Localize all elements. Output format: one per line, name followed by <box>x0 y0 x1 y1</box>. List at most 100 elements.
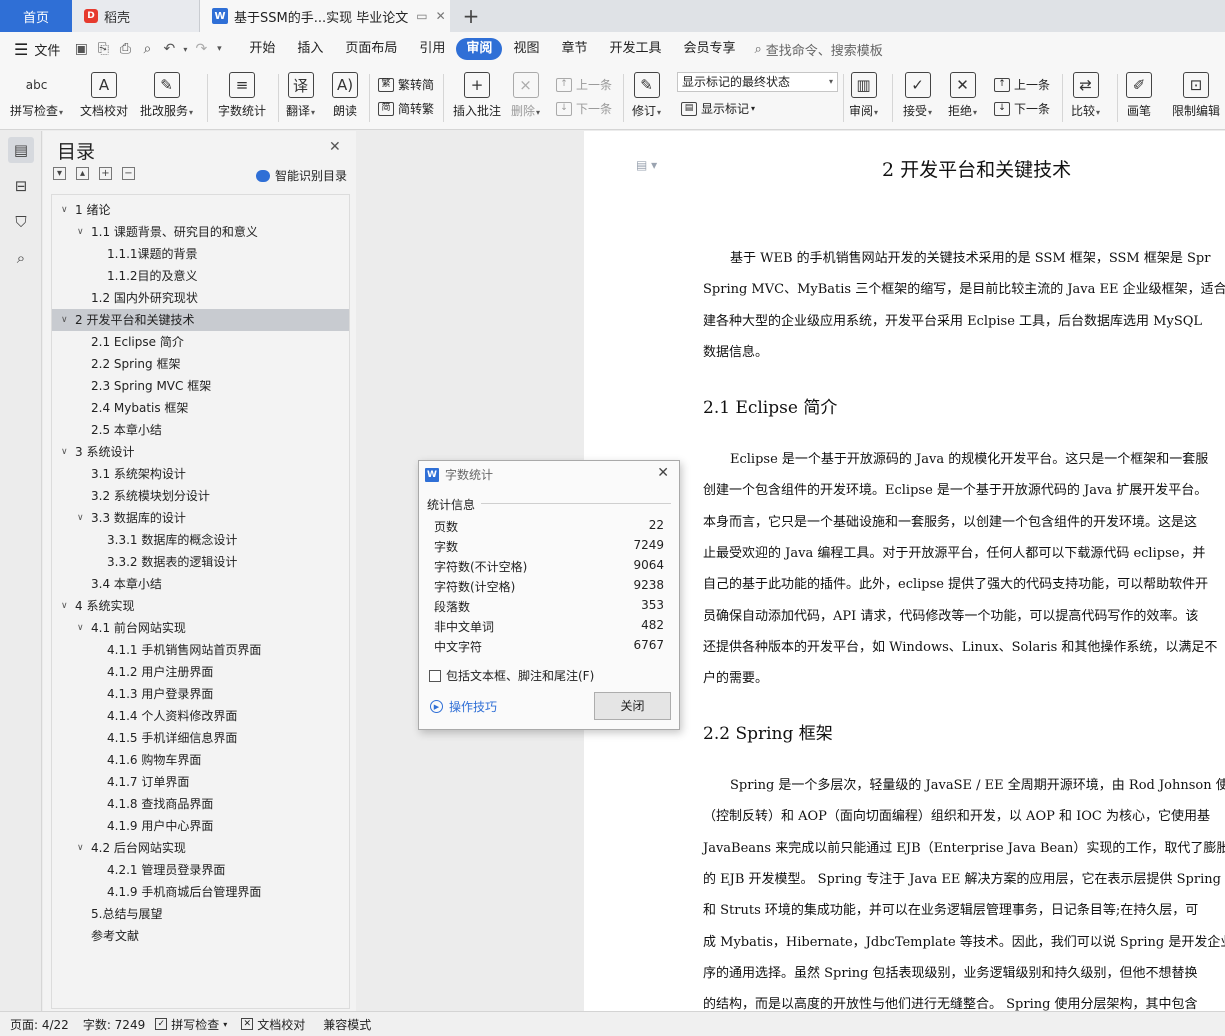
toc-item[interactable]: ∨ 2 开发平台和关键技术 <box>52 309 349 331</box>
toc-item[interactable]: 2.3 Spring MVC 框架 <box>52 375 349 397</box>
toc-item[interactable]: 4.1.6 购物车界面 <box>52 749 349 771</box>
toc-item[interactable]: 4.1.7 订单界面 <box>52 771 349 793</box>
doc-proof-button[interactable]: A 文档校对 <box>80 70 128 126</box>
close-button[interactable]: 关闭 <box>594 692 671 720</box>
tab-close-icon[interactable]: ✕ <box>436 9 446 23</box>
expand-caret-icon[interactable]: ∨ <box>61 309 68 331</box>
export-pdf-icon[interactable]: ⎘ <box>92 41 114 57</box>
reject-button[interactable]: ✕ 拒绝▾ <box>948 70 977 126</box>
prev-comment-button[interactable]: ↑ 上一条 <box>556 76 612 93</box>
track-changes-button[interactable]: ✎ 修订▾ <box>632 70 661 126</box>
menu-tab[interactable]: 页面布局 <box>334 38 408 60</box>
command-search[interactable]: ⌕ 查找命令、搜索模板 <box>755 40 883 59</box>
word-count-indicator[interactable]: 字数: 7249 <box>83 1016 145 1033</box>
toc-item[interactable]: 2.4 Mybatis 框架 <box>52 397 349 419</box>
doc-proof-status[interactable]: ✕ 文档校对 <box>241 1016 305 1033</box>
toc-item[interactable]: 1.1.1课题的背景 <box>52 243 349 265</box>
toc-item[interactable]: 2.5 本章小结 <box>52 419 349 441</box>
spell-check-status[interactable]: ✓ 拼写检查 ▾ <box>155 1016 227 1033</box>
expand-caret-icon[interactable]: ∨ <box>61 441 68 463</box>
undo-icon[interactable]: ↶ <box>158 41 180 57</box>
toc-close-icon[interactable]: ✕ <box>329 139 341 155</box>
trad-to-simp-button[interactable]: 繁 繁转简 <box>378 76 434 93</box>
toc-item[interactable]: 5.总结与展望 <box>52 903 349 925</box>
toc-item[interactable]: ∨ 1.1 课题背景、研究目的和意义 <box>52 221 349 243</box>
expand-caret-icon[interactable]: ∨ <box>77 617 84 639</box>
toc-item[interactable]: 3.3.2 数据表的逻辑设计 <box>52 551 349 573</box>
delete-comment-button[interactable]: × 删除▾ <box>511 70 540 126</box>
toc-remove-icon[interactable]: − <box>122 167 135 180</box>
toc-item[interactable]: ∨ 4.2 后台网站实现 <box>52 837 349 859</box>
menu-tab[interactable]: 开发工具 <box>598 38 672 60</box>
simp-to-trad-button[interactable]: 简 简转繁 <box>378 100 434 117</box>
dialog-close-icon[interactable]: ✕ <box>657 465 669 481</box>
toc-item[interactable]: 4.1.1 手机销售网站首页界面 <box>52 639 349 661</box>
undo-dropdown-icon[interactable]: ▾ <box>180 45 190 54</box>
toc-expand-all-icon[interactable]: ▴ <box>76 167 89 180</box>
menu-file[interactable]: ☰ 文件 <box>14 40 60 59</box>
menu-tab[interactable]: 审阅 <box>456 38 503 60</box>
pen-button[interactable]: ✐ 画笔 <box>1126 70 1152 126</box>
toc-item[interactable]: 4.1.5 手机详细信息界面 <box>52 727 349 749</box>
search-pane-icon[interactable]: ⌕ <box>8 245 34 271</box>
toc-item[interactable]: 4.1.9 手机商城后台管理界面 <box>52 881 349 903</box>
restrict-edit-button[interactable]: ⊡ 限制编辑 <box>1172 70 1220 126</box>
print-preview-icon[interactable]: ⌕ <box>136 41 158 57</box>
show-markup-button[interactable]: ▤ 显示标记 ▾ <box>681 100 755 117</box>
toc-item[interactable]: 4.1.8 查找商品界面 <box>52 793 349 815</box>
toc-item[interactable]: 3.2 系统模块划分设计 <box>52 485 349 507</box>
toc-item[interactable]: 4.1.2 用户注册界面 <box>52 661 349 683</box>
toc-item[interactable]: ∨ 3 系统设计 <box>52 441 349 463</box>
markup-state-select[interactable]: 显示标记的最终状态 ▾ <box>677 72 838 92</box>
toc-pane-icon[interactable]: ▤ <box>8 137 34 163</box>
expand-caret-icon[interactable]: ∨ <box>61 595 68 617</box>
toc-item[interactable]: ∨ 4.1 前台网站实现 <box>52 617 349 639</box>
page-format-icon[interactable]: ▤ ▾ <box>636 158 657 172</box>
toc-item[interactable]: 3.4 本章小结 <box>52 573 349 595</box>
save-icon[interactable]: ▣ <box>70 41 92 57</box>
customize-qa-icon[interactable]: ▾ <box>212 44 226 54</box>
tab-daoke[interactable]: D 稻壳 <box>72 0 200 32</box>
menu-tab[interactable]: 会员专享 <box>672 38 746 60</box>
toc-add-icon[interactable]: + <box>99 167 112 180</box>
accept-button[interactable]: ✓ 接受▾ <box>903 70 932 126</box>
toc-item[interactable]: 4.1.4 个人资料修改界面 <box>52 705 349 727</box>
next-comment-button[interactable]: ↓ 下一条 <box>556 100 612 117</box>
prev-change-button[interactable]: ↑ 上一条 <box>994 76 1050 93</box>
read-aloud-button[interactable]: A) 朗读 <box>332 70 358 126</box>
spell-check-button[interactable]: abc 拼写检查▾ <box>10 70 63 126</box>
next-change-button[interactable]: ↓ 下一条 <box>994 100 1050 117</box>
toc-item[interactable]: ∨ 4 系统实现 <box>52 595 349 617</box>
toc-item[interactable]: 4.1.9 用户中心界面 <box>52 815 349 837</box>
toc-item[interactable]: ∨ 1 绪论 <box>52 199 349 221</box>
expand-caret-icon[interactable]: ∨ <box>77 507 84 529</box>
document-page[interactable]: ▤ ▾ 2 开发平台和关键技术 基于 WEB 的手机销售网站开发的关键技术采用的… <box>584 131 1225 1011</box>
include-textbox-checkbox[interactable]: 包括文本框、脚注和尾注(F) <box>429 667 594 684</box>
compare-button[interactable]: ⇄ 比较▾ <box>1071 70 1100 126</box>
menu-tab[interactable]: 开始 <box>238 38 286 60</box>
tips-link[interactable]: ▶ 操作技巧 <box>430 698 497 715</box>
menu-tab[interactable]: 视图 <box>502 38 550 60</box>
toc-item[interactable]: 4.1.3 用户登录界面 <box>52 683 349 705</box>
chapter-nav-icon[interactable]: ⊟ <box>8 173 34 199</box>
toc-item[interactable]: 1.2 国内外研究现状 <box>52 287 349 309</box>
expand-caret-icon[interactable]: ∨ <box>61 199 68 221</box>
word-count-button[interactable]: ≡ 字数统计 <box>218 70 266 126</box>
redo-icon[interactable]: ↷ <box>190 41 212 57</box>
new-tab-icon[interactable]: + <box>458 0 484 32</box>
toc-item[interactable]: 4.2.1 管理员登录界面 <box>52 859 349 881</box>
toc-item[interactable]: 3.1 系统架构设计 <box>52 463 349 485</box>
page-indicator[interactable]: 页面: 4/22 <box>10 1016 69 1033</box>
toc-item[interactable]: ∨ 3.3 数据库的设计 <box>52 507 349 529</box>
annot-service-button[interactable]: ✎ 批改服务▾ <box>140 70 193 126</box>
toc-item[interactable]: 2.1 Eclipse 简介 <box>52 331 349 353</box>
toc-item[interactable]: 2.2 Spring 框架 <box>52 353 349 375</box>
expand-caret-icon[interactable]: ∨ <box>77 837 84 859</box>
tab-home[interactable]: 首页 <box>0 0 72 32</box>
toc-item[interactable]: 1.1.2目的及意义 <box>52 265 349 287</box>
review-pane-button[interactable]: ▥ 审阅▾ <box>849 70 878 126</box>
tab-document[interactable]: W 基于SSM的手...实现 毕业论文 ▭ ✕ <box>200 0 450 32</box>
bookmark-icon[interactable]: ⛉ <box>8 209 34 235</box>
menu-tab[interactable]: 章节 <box>550 38 598 60</box>
tab-float-icon[interactable]: ▭ <box>416 9 427 23</box>
